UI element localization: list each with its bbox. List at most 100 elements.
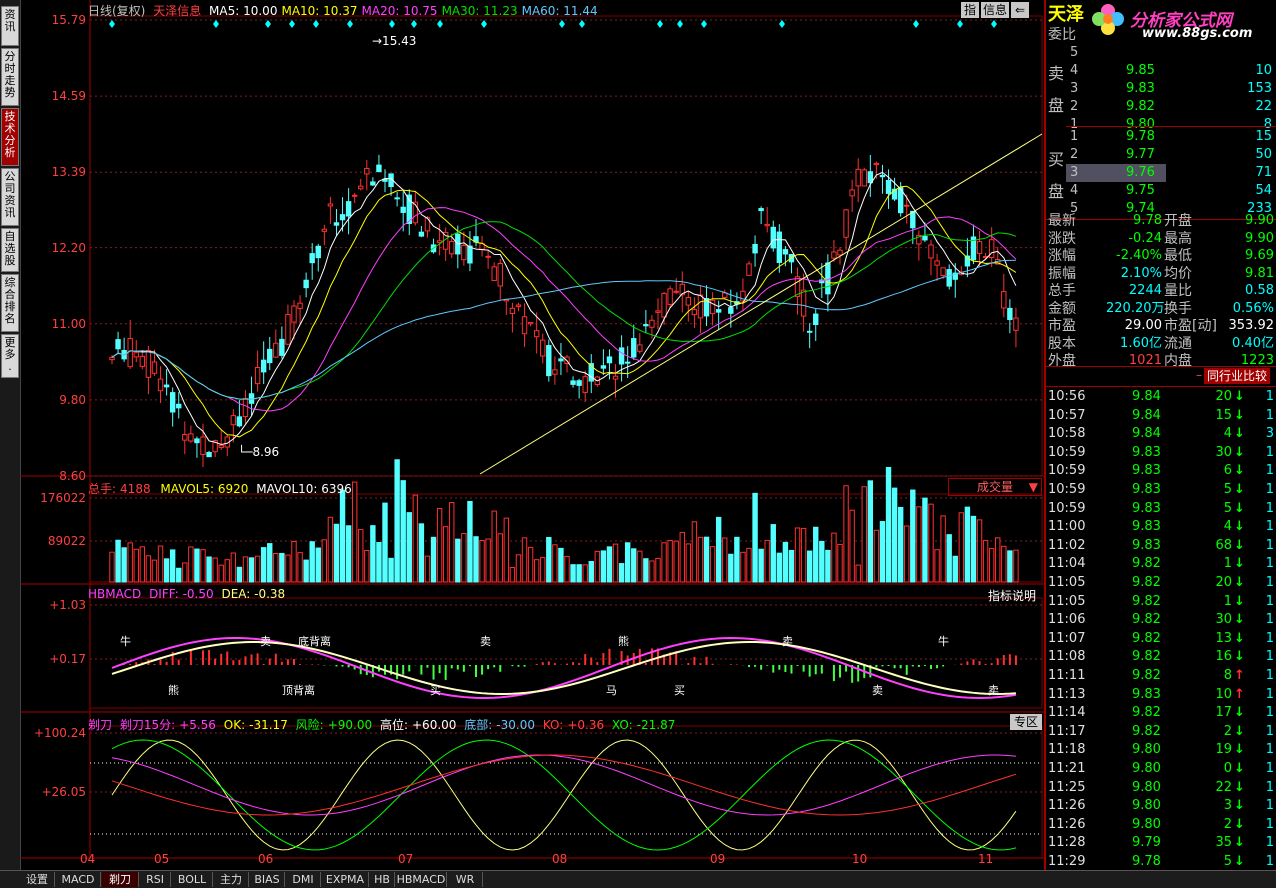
- quote-value: 0.40亿: [1232, 335, 1274, 351]
- quote-label: 换手: [1164, 300, 1192, 317]
- volume-bar: [273, 552, 279, 583]
- tick-time: 11:11: [1048, 668, 1086, 683]
- candle-body: [345, 201, 352, 217]
- quote-value: 9.81: [1245, 265, 1274, 281]
- bottom-tab-dmi[interactable]: DMI: [286, 872, 321, 887]
- bottom-tab-剃刀[interactable]: 剃刀: [102, 872, 139, 887]
- arrow-down-icon: ↓: [1234, 575, 1245, 590]
- candle-body: [697, 294, 704, 319]
- bottom-indicator-tabs: 设置 MACD 剃刀 RSI BOLL 主力 BIAS DMI EXPMA HB HBMACD WR: [0, 870, 1276, 888]
- volume-bar: [473, 536, 479, 583]
- back-icon[interactable]: ⇐: [1011, 2, 1029, 18]
- left-tab-6[interactable]: 更多.: [1, 334, 19, 378]
- bottom-value: -30.00: [496, 718, 535, 732]
- bottom-tab-boll[interactable]: BOLL: [172, 872, 213, 887]
- volume-bar: [649, 560, 655, 583]
- arrow-down-icon: ↓: [1234, 444, 1245, 460]
- volume-bar: [442, 526, 449, 583]
- tick-time: 11:17: [1048, 723, 1086, 739]
- left-tab-0[interactable]: 资讯: [1, 6, 19, 46]
- month-label: 07: [398, 852, 414, 866]
- ma20-line: [111, 207, 1017, 412]
- high-price-annotation: →15.43: [372, 34, 416, 48]
- chart-canvas[interactable]: →15.43└─8.96牛熊卖顶背离底背离买卖马熊买卖卖牛卖: [20, 0, 1044, 870]
- quote-value: 9.78: [1133, 213, 1162, 228]
- volume-bar: [837, 543, 843, 583]
- tick-price: 9.82: [1132, 668, 1161, 683]
- macd-axis-label: +1.03: [49, 598, 86, 612]
- candle-body: [485, 255, 491, 258]
- tick-price: 9.80: [1132, 779, 1161, 795]
- arrow-down-icon: ↓: [1234, 630, 1245, 646]
- quote-value: 0.56%: [1232, 300, 1274, 316]
- info-button[interactable]: 信息: [981, 2, 1009, 18]
- arrow-down-icon: ↓: [1234, 816, 1245, 832]
- candle-body: [806, 330, 813, 333]
- bottom-tab-expma[interactable]: EXPMA: [322, 872, 369, 887]
- tick-price: 9.82: [1132, 649, 1161, 665]
- tick-count: 1: [1265, 537, 1274, 553]
- tick-time: 11:02: [1048, 537, 1086, 553]
- knife-name: 剃刀: [88, 718, 113, 732]
- volume-bar: [685, 543, 692, 583]
- bottom-tab-macd[interactable]: MACD: [56, 872, 101, 887]
- panel-frame-2: [89, 597, 1043, 709]
- high-value: +60.00: [412, 718, 457, 732]
- left-tab-3[interactable]: 公司资讯: [1, 168, 19, 226]
- tick-count: 1: [1265, 798, 1274, 814]
- candle-body: [127, 337, 133, 368]
- volume-axis-label: 89022: [47, 534, 86, 548]
- bottom-tab-bias[interactable]: BIAS: [250, 872, 285, 887]
- knife-15m-label: 剃刀15分:: [119, 718, 176, 732]
- bottom-tab-hb[interactable]: HB: [370, 872, 395, 887]
- index-button[interactable]: 指: [961, 2, 979, 18]
- candle-body: [612, 375, 619, 380]
- bottom-tab-hbmacd[interactable]: HBMACD: [396, 872, 447, 887]
- left-tab-5[interactable]: 综合排名: [1, 274, 19, 332]
- zone-button[interactable]: 专区: [1010, 714, 1042, 730]
- tick-price: 9.83: [1132, 444, 1161, 460]
- indicator-help-link[interactable]: 指标说明: [988, 587, 1036, 604]
- bottom-tab-主力[interactable]: 主力: [214, 872, 249, 887]
- quote-value: -2.40%: [1116, 248, 1162, 263]
- orderbook-divider: [1066, 126, 1276, 127]
- left-tab-1[interactable]: 分时走势: [1, 48, 19, 106]
- candle-body: [285, 313, 291, 345]
- tick-count: 1: [1265, 668, 1274, 683]
- left-tab-4[interactable]: 自选股: [1, 228, 19, 272]
- tick-count: 1: [1265, 723, 1274, 739]
- candle-body: [242, 397, 249, 418]
- kline-chart-area[interactable]: →15.43 └─8.96 牛熊卖顶背离 底背离买卖马熊买卖卖牛卖 日线(复权) 天泽…: [20, 0, 1044, 870]
- price-axis-label: 12.20: [51, 240, 86, 255]
- tick-count: 1: [1265, 389, 1274, 404]
- volume-bar: [709, 546, 716, 583]
- volume-bar: [976, 519, 983, 583]
- volume-bar: [564, 555, 570, 583]
- left-tab-2[interactable]: 技术分析: [1, 108, 19, 166]
- volume-bar: [794, 527, 801, 583]
- candle-body: [182, 433, 188, 441]
- quote-row: 总手 2244 量比 0.58: [1046, 282, 1276, 300]
- tick-volume: 2: [1223, 816, 1232, 832]
- macd-signal-mark: 卖: [782, 635, 793, 648]
- volume-bar: [382, 502, 388, 583]
- trend-line[interactable]: [479, 133, 1043, 475]
- candle-body: [746, 263, 752, 276]
- tick-volume: 30: [1215, 444, 1232, 460]
- tick-count: 1: [1265, 816, 1274, 832]
- bottom-tab-rsi[interactable]: RSI: [140, 872, 171, 887]
- quote-value: 1.60亿: [1120, 335, 1162, 351]
- volume-bar: [940, 515, 946, 583]
- volume-bar: [746, 547, 752, 583]
- price-axis-label: 8.60: [59, 469, 86, 483]
- volume-bar: [576, 564, 582, 583]
- bottom-tab-wr[interactable]: WR: [448, 872, 483, 887]
- bottom-tab-设置[interactable]: 设置: [20, 872, 55, 887]
- tick-price: 9.80: [1132, 798, 1161, 814]
- volume-indicator-dropdown[interactable]: 成交量 ▼: [948, 478, 1042, 496]
- knife-line-2: [111, 754, 1016, 816]
- tick-price: 9.83: [1132, 537, 1161, 553]
- volume-bar: [958, 512, 965, 583]
- volume-bar: [121, 547, 127, 583]
- industry-compare-button[interactable]: 同行业比较: [1204, 368, 1270, 384]
